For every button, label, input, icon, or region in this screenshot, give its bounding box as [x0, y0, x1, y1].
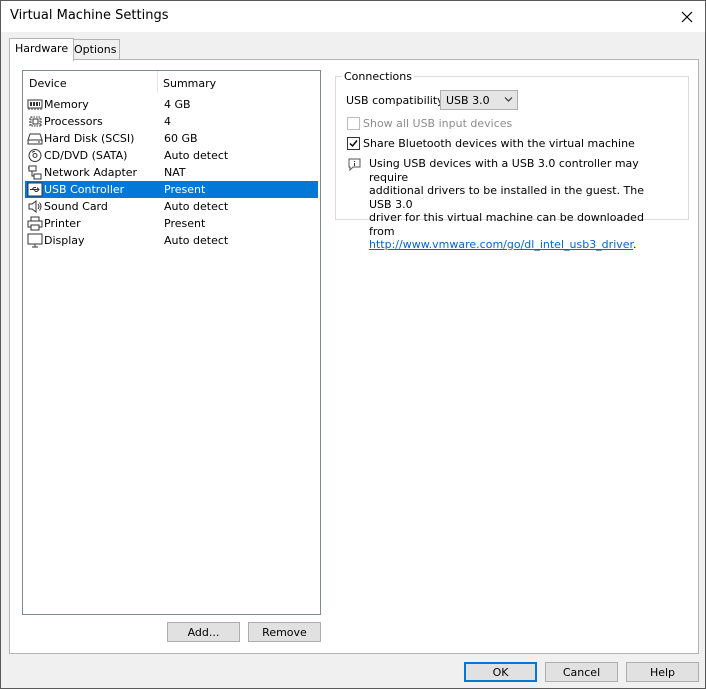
usb-icon [27, 182, 43, 197]
usb3-info-text: Using USB devices with a USB 3.0 control… [369, 157, 669, 252]
sound-card-icon [28, 200, 42, 213]
device-row-memory[interactable]: Memory 4 GB [25, 96, 318, 113]
printer-icon [27, 216, 43, 231]
device-name: USB Controller [44, 183, 125, 196]
tab-options[interactable]: Options [68, 39, 120, 61]
device-row-cd-dvd[interactable]: CD/DVD (SATA) Auto detect [25, 147, 318, 164]
title-bar: Virtual Machine Settings [1, 1, 705, 32]
cd-dvd-icon [28, 149, 42, 162]
device-name: Sound Card [44, 200, 108, 213]
show-all-usb-checkbox[interactable] [347, 117, 360, 130]
device-summary: Auto detect [164, 200, 229, 213]
help-button[interactable]: Help [626, 662, 699, 682]
device-summary: 4 [164, 115, 171, 128]
device-summary: NAT [164, 166, 186, 179]
usb-compatibility-select[interactable]: USB 3.0 [440, 90, 518, 110]
device-name: Processors [44, 115, 103, 128]
device-row-usb-controller[interactable]: USB Controller Present [25, 181, 318, 198]
device-name: Memory [44, 98, 89, 111]
device-summary: 4 GB [164, 98, 191, 111]
close-icon [681, 11, 693, 22]
column-header-summary[interactable]: Summary [163, 77, 216, 90]
device-row-network-adapter[interactable]: Network Adapter NAT [25, 164, 318, 181]
usb3-driver-link[interactable]: http://www.vmware.com/go/dl_intel_usb3_d… [369, 238, 633, 251]
tab-hardware[interactable]: Hardware [9, 38, 74, 61]
device-list-header: Device Summary [23, 71, 320, 93]
vm-settings-window: Virtual Machine Settings Hardware Option… [0, 0, 706, 689]
window-title: Virtual Machine Settings [10, 8, 169, 23]
memory-icon [27, 99, 43, 110]
info-link-line: http://www.vmware.com/go/dl_intel_usb3_d… [369, 238, 669, 252]
device-name: CD/DVD (SATA) [44, 149, 128, 162]
device-summary: Present [164, 183, 206, 196]
add-button-label: Add... [187, 626, 220, 639]
add-button[interactable]: Add... [167, 622, 240, 642]
tab-options-label: Options [74, 43, 117, 56]
usb-compatibility-value: USB 3.0 [446, 94, 490, 107]
device-row-display[interactable]: Display Auto detect [25, 232, 318, 249]
ok-button-label: OK [492, 666, 509, 679]
device-name: Hard Disk (SCSI) [44, 132, 135, 145]
usb-compatibility-label: USB compatibility: [346, 94, 447, 107]
info-line: additional drivers to be installed in th… [369, 184, 644, 211]
network-adapter-icon [28, 165, 42, 180]
cancel-button[interactable]: Cancel [545, 662, 618, 682]
info-link-suffix: . [633, 238, 637, 251]
chevron-down-icon [504, 97, 513, 102]
column-header-device[interactable]: Device [29, 77, 67, 90]
info-line: driver for this virtual machine can be d… [369, 211, 644, 238]
device-summary: Auto detect [164, 149, 229, 162]
tab-hardware-label: Hardware [15, 42, 69, 55]
cancel-button-label: Cancel [562, 666, 601, 679]
share-bluetooth-checkbox[interactable] [347, 137, 360, 150]
help-button-label: Help [649, 666, 676, 679]
ok-button[interactable]: OK [464, 662, 537, 682]
device-row-hard-disk[interactable]: Hard Disk (SCSI) 60 GB [25, 130, 318, 147]
device-row-processors[interactable]: Processors 4 [25, 113, 318, 130]
info-icon [348, 158, 361, 171]
remove-button[interactable]: Remove [248, 622, 321, 642]
device-summary: 60 GB [164, 132, 198, 145]
share-bluetooth-label: Share Bluetooth devices with the virtual… [363, 137, 635, 150]
remove-button-label: Remove [262, 626, 307, 639]
device-summary: Auto detect [164, 234, 229, 247]
show-all-usb-label: Show all USB input devices [363, 117, 513, 130]
checkmark-icon [349, 140, 358, 148]
device-name: Network Adapter [44, 166, 138, 179]
hard-disk-icon [27, 133, 43, 145]
close-button[interactable] [669, 1, 705, 32]
column-divider[interactable] [157, 71, 158, 93]
device-name: Printer [44, 217, 81, 230]
connections-group: Connections USB compatibility: USB 3.0 S… [335, 70, 689, 251]
info-line: Using USB devices with a USB 3.0 control… [369, 157, 639, 184]
display-icon [27, 233, 43, 248]
device-list[interactable]: Device Summary Memory 4 GB Processors 4 … [22, 70, 321, 615]
device-row-printer[interactable]: Printer Present [25, 215, 318, 232]
processor-icon [29, 116, 42, 127]
hardware-panel: Device Summary Memory 4 GB Processors 4 … [9, 59, 699, 654]
device-row-sound-card[interactable]: Sound Card Auto detect [25, 198, 318, 215]
device-name: Display [44, 234, 85, 247]
device-summary: Present [164, 217, 206, 230]
connections-title: Connections [342, 70, 414, 83]
